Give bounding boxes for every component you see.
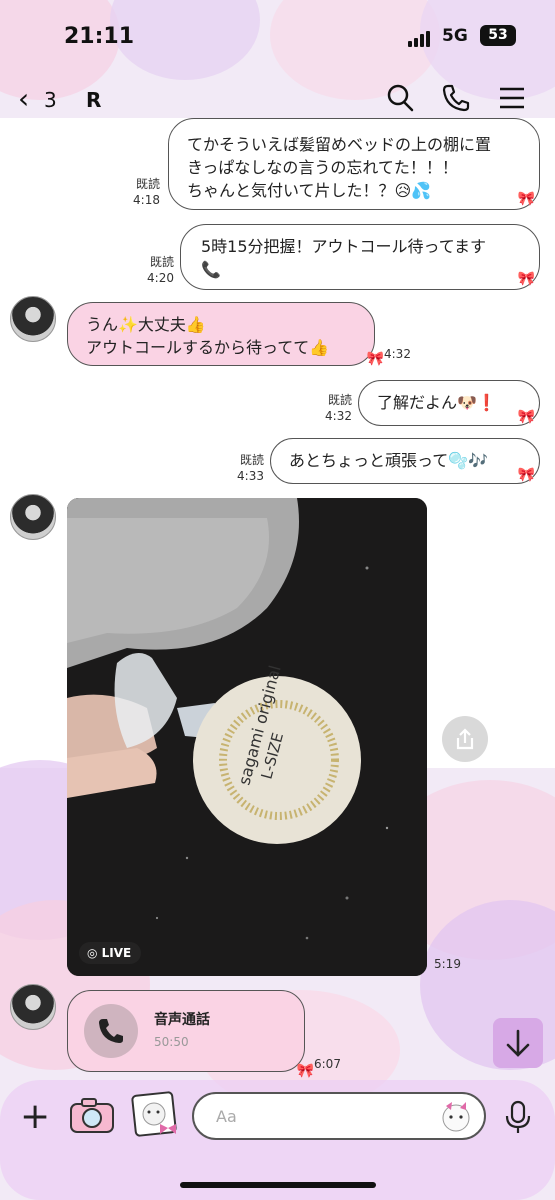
- message-line: あとちょっと頑張って🫧🎶: [289, 451, 489, 470]
- camera-icon[interactable]: [68, 1096, 116, 1136]
- back-icon[interactable]: ‹: [18, 82, 29, 115]
- message-bubble-out[interactable]: あとちょっと頑張って🫧🎶 🎀: [270, 438, 540, 484]
- message-time: 5:19: [434, 957, 461, 971]
- message-line: てかそういえば髪留めベッドの上の棚に置: [187, 135, 492, 154]
- message-list[interactable]: 既読 4:18 てかそういえば髪留めベッドの上の棚に置 きっぱなしなの言うの忘れて…: [0, 118, 555, 1079]
- input-placeholder: Aa: [216, 1107, 237, 1126]
- bow-icon: 🎀: [366, 351, 384, 367]
- voice-call-message[interactable]: 音声通話 50:50 🎀: [67, 990, 314, 1079]
- scroll-down-button[interactable]: [493, 1018, 543, 1068]
- phone-icon[interactable]: [440, 82, 472, 114]
- network-label: 5G: [442, 26, 468, 46]
- arrow-down-icon: [506, 1029, 530, 1057]
- search-icon[interactable]: [384, 82, 416, 114]
- message-bubble-out[interactable]: 5時15分把握！アウトコール待ってます 📞 🎀: [180, 224, 540, 290]
- live-badge: ◎ LIVE: [79, 942, 142, 964]
- unread-count[interactable]: 3: [44, 88, 57, 112]
- avatar[interactable]: [10, 296, 56, 342]
- chat-title: R: [86, 88, 102, 112]
- photo-message[interactable]: sagami original L-SIZE ◎ LIVE: [67, 498, 427, 976]
- call-title: 音声通話: [154, 1012, 210, 1028]
- bow-icon: 🎀: [517, 191, 535, 207]
- bow-icon: 🎀: [517, 409, 535, 425]
- input-bar: + Aa: [0, 1082, 555, 1200]
- message-time: 6:07: [314, 1057, 341, 1071]
- message-meta: 既読 4:33: [237, 453, 264, 483]
- call-icon: [84, 1004, 138, 1058]
- status-bar: 21:11 5G 53: [0, 0, 555, 72]
- share-icon: [456, 728, 474, 750]
- avatar[interactable]: [10, 494, 56, 540]
- photo-image: sagami original L-SIZE: [67, 498, 427, 976]
- bow-icon: 🎀: [517, 467, 535, 483]
- chat-header: ‹ 3 R: [0, 72, 555, 124]
- mic-icon[interactable]: [504, 1100, 532, 1134]
- plus-icon[interactable]: +: [20, 1096, 50, 1137]
- menu-icon[interactable]: [496, 82, 528, 114]
- share-button[interactable]: [442, 716, 488, 762]
- message-line: ちゃんと気付いて片した！？😥💦: [187, 181, 432, 200]
- message-meta: 既読 4:32: [325, 393, 352, 423]
- gallery-icon[interactable]: [130, 1090, 180, 1140]
- message-line: アウトコールするから待ってて👍: [86, 338, 330, 357]
- home-indicator: [180, 1182, 376, 1188]
- message-line: きっぱなしなの言うの忘れてた！！！: [187, 158, 458, 177]
- call-duration: 50:50: [154, 1035, 189, 1049]
- message-meta: 既読 4:18: [133, 177, 160, 207]
- message-line: 了解だよん🐶❗: [377, 393, 497, 412]
- bow-icon: 🎀: [296, 1063, 314, 1079]
- battery-icon: 53: [480, 25, 516, 46]
- message-time: 4:32: [384, 347, 411, 361]
- message-line: 5時15分把握！アウトコール待ってます: [201, 237, 486, 256]
- message-bubble-out[interactable]: 了解だよん🐶❗ 🎀: [358, 380, 540, 426]
- status-time: 21:11: [64, 24, 135, 49]
- message-line: 📞: [201, 260, 221, 279]
- signal-icon: [408, 28, 432, 47]
- message-bubble-out[interactable]: てかそういえば髪留めベッドの上の棚に置 きっぱなしなの言うの忘れてた！！！ ちゃ…: [168, 118, 540, 210]
- avatar[interactable]: [10, 984, 56, 1030]
- message-line: うん✨大丈夫👍: [86, 315, 206, 334]
- message-input[interactable]: Aa: [192, 1092, 486, 1140]
- sticker-icon[interactable]: [438, 1098, 474, 1134]
- message-bubble-in[interactable]: うん✨大丈夫👍 アウトコールするから待ってて👍 🎀: [67, 302, 384, 367]
- message-meta: 既読 4:20: [147, 255, 174, 285]
- bow-icon: 🎀: [517, 271, 535, 287]
